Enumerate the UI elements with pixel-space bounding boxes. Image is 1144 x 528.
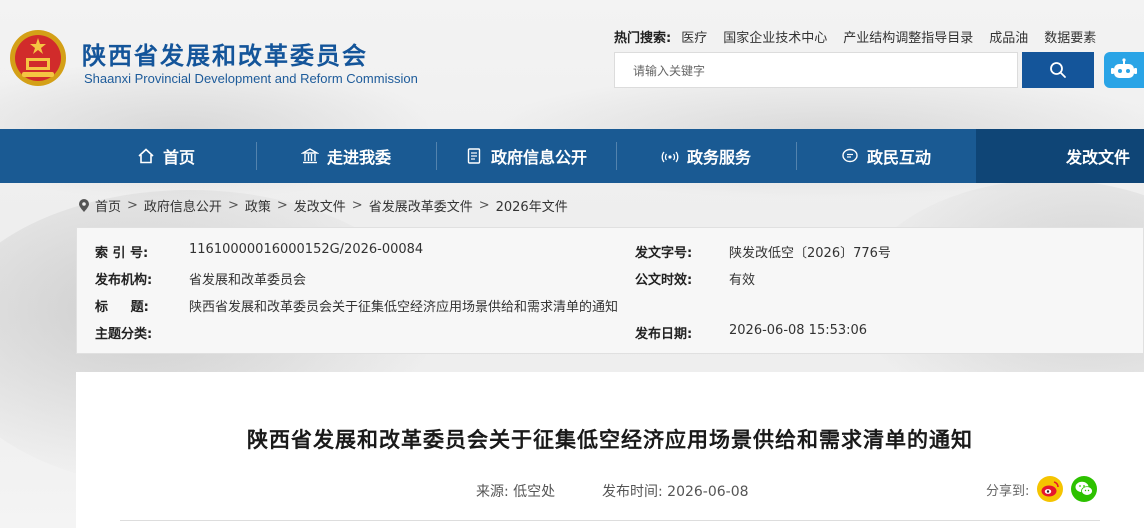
info-row-topic: 主题分类: xyxy=(95,323,189,342)
signal-icon xyxy=(661,151,679,163)
divider xyxy=(120,520,1100,521)
document-info-panel: 索 引 号: 11610000016000152G/2026-00084 发文字… xyxy=(76,227,1144,354)
site-title: 陕西省发展和改革委员会 xyxy=(82,42,368,70)
nav-item-label: 走进我委 xyxy=(326,148,391,167)
breadcrumb-link[interactable]: 省发展改革委文件 xyxy=(369,196,473,215)
national-emblem-icon xyxy=(10,30,66,86)
nav-item-label: 政民互动 xyxy=(866,148,931,167)
search-button[interactable] xyxy=(1022,52,1094,88)
breadcrumb-link[interactable]: 首页 xyxy=(95,196,121,215)
info-label: 公文时效: xyxy=(635,273,693,288)
hot-search-label: 热门搜索: xyxy=(614,31,672,46)
wechat-share-button[interactable] xyxy=(1071,476,1098,502)
breadcrumb-separator: > xyxy=(227,198,239,213)
info-label: 发布机构: xyxy=(95,273,153,288)
info-label: 发布日期: xyxy=(635,327,693,342)
article-source: 来源: 低空处 xyxy=(476,484,556,500)
breadcrumb-separator: > xyxy=(351,198,363,213)
site-header: 陕西省发展和改革委员会 Shaanxi Provincial Developme… xyxy=(0,0,1144,129)
share-bar: 分享到: xyxy=(986,476,1098,502)
site-subtitle: Shaanxi Provincial Development and Refor… xyxy=(84,71,418,86)
info-label: 标 题: xyxy=(95,300,149,315)
search-bar: 请输入关键字 xyxy=(614,52,1094,88)
nav-item-gov-info[interactable]: 政府信息公开 xyxy=(436,129,616,183)
breadcrumb: 首页 > 政府信息公开 > 政策 > 发改文件 > 省发展改革委文件 > 202… xyxy=(78,196,568,215)
main-nav: 首页 走进我委 政府信息公开 政务服务 政民互动 发改文件 xyxy=(0,129,1144,183)
article-card: 陕西省发展和改革委员会关于征集低空经济应用场景供给和需求清单的通知 来源: 低空… xyxy=(76,372,1144,528)
info-row-validity: 公文时效: 有效 xyxy=(635,269,755,288)
info-value: 陕西省发展和改革委员会关于征集低空经济应用场景供给和需求清单的通知 xyxy=(189,300,619,315)
info-value: 2026-06-08 15:53:06 xyxy=(729,323,868,338)
breadcrumb-link[interactable]: 政府信息公开 xyxy=(144,196,222,215)
breadcrumb-separator: > xyxy=(276,198,288,213)
nav-item-label: 政府信息公开 xyxy=(490,148,587,167)
info-row-index: 索 引 号: 11610000016000152G/2026-00084 xyxy=(95,242,423,261)
info-row-publisher: 发布机构: 省发展和改革委员会 xyxy=(95,269,306,288)
nav-item-about[interactable]: 走进我委 xyxy=(256,129,436,183)
chat-icon xyxy=(842,148,858,163)
breadcrumb-link[interactable]: 发改文件 xyxy=(294,196,346,215)
location-pin-icon xyxy=(79,198,89,212)
hot-search: 热门搜索: 医疗 国家企业技术中心 产业结构调整指导目录 成品油 数据要素 xyxy=(614,27,1112,46)
nav-item-label: 首页 xyxy=(162,148,195,167)
nav-item-home[interactable]: 首页 xyxy=(76,129,256,183)
hot-search-item[interactable]: 医疗 xyxy=(681,27,707,46)
robot-icon xyxy=(1111,58,1137,78)
hot-search-item[interactable]: 国家企业技术中心 xyxy=(723,27,827,46)
hot-search-item[interactable]: 成品油 xyxy=(989,27,1028,46)
hot-search-item[interactable]: 数据要素 xyxy=(1044,27,1096,46)
document-icon xyxy=(467,148,481,164)
info-value: 11610000016000152G/2026-00084 xyxy=(189,242,424,257)
assistant-button[interactable] xyxy=(1104,52,1144,88)
share-label: 分享到: xyxy=(986,483,1030,499)
nav-item-documents[interactable]: 发改文件 xyxy=(976,129,1144,183)
info-value: 陕发改低空〔2026〕776号 xyxy=(729,246,891,261)
info-row-title: 标 题: 陕西省发展和改革委员会关于征集低空经济应用场景供给和需求清单的通知 xyxy=(95,296,618,315)
article-publish-time: 发布时间: 2026-06-08 xyxy=(602,484,749,500)
info-label: 索 引 号: xyxy=(95,246,149,261)
info-label: 发文字号: xyxy=(635,246,693,261)
nav-item-label: 政务服务 xyxy=(686,148,751,167)
info-value: 省发展和改革委员会 xyxy=(189,273,307,288)
home-icon xyxy=(138,148,154,164)
article-title: 陕西省发展和改革委员会关于征集低空经济应用场景供给和需求清单的通知 xyxy=(247,428,973,452)
search-icon xyxy=(1050,62,1066,78)
building-icon xyxy=(300,148,319,164)
search-input[interactable]: 请输入关键字 xyxy=(614,52,1018,88)
breadcrumb-link[interactable]: 政策 xyxy=(245,196,271,215)
weibo-icon xyxy=(1041,481,1060,497)
info-row-date: 发布日期: 2026-06-08 15:53:06 xyxy=(635,323,867,342)
nav-item-interaction[interactable]: 政民互动 xyxy=(796,129,976,183)
info-value: 有效 xyxy=(729,273,756,288)
info-label: 主题分类: xyxy=(95,327,153,342)
breadcrumb-separator: > xyxy=(127,198,138,213)
hot-search-item[interactable]: 产业结构调整指导目录 xyxy=(843,27,973,46)
wechat-icon xyxy=(1075,481,1094,496)
nav-item-services[interactable]: 政务服务 xyxy=(616,129,796,183)
breadcrumb-separator: > xyxy=(478,198,490,213)
breadcrumb-link[interactable]: 2026年文件 xyxy=(496,196,568,215)
weibo-share-button[interactable] xyxy=(1037,476,1064,502)
info-row-doc-no: 发文字号: 陕发改低空〔2026〕776号 xyxy=(635,242,891,261)
nav-item-label: 发改文件 xyxy=(1065,148,1130,167)
